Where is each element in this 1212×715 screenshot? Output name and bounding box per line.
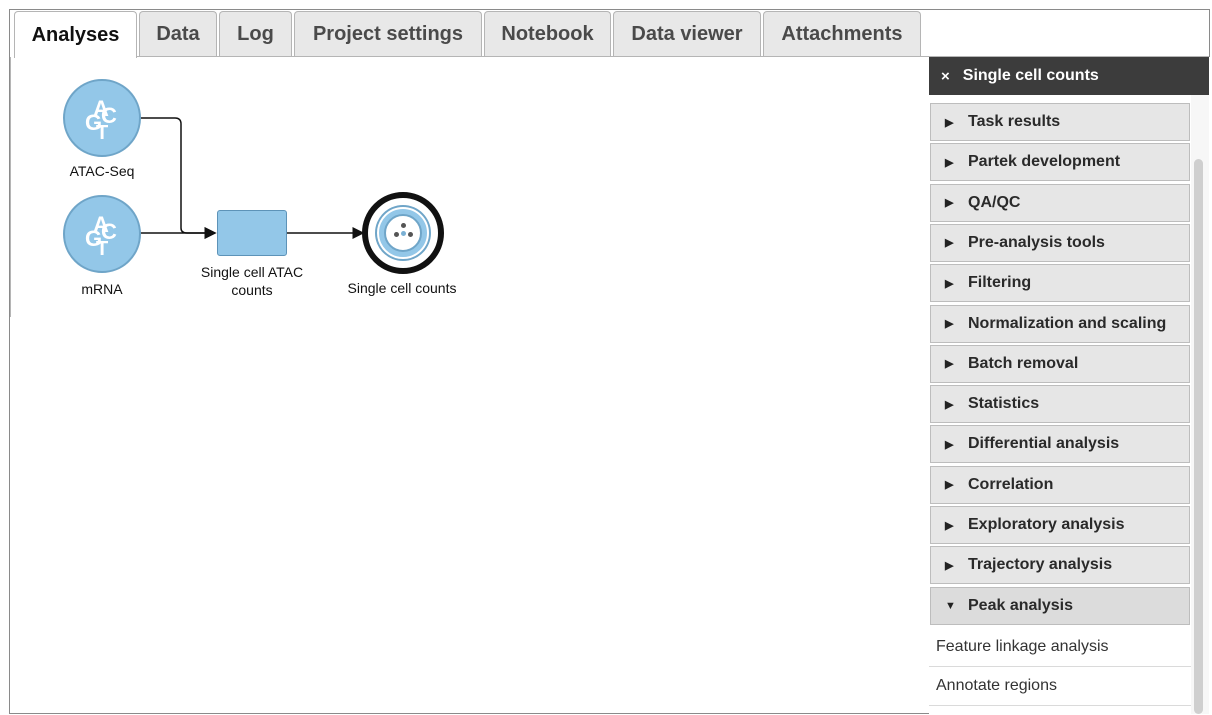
caret-right-icon: ▶ xyxy=(945,438,954,451)
section-label: Peak analysis xyxy=(968,596,1073,614)
dna-data-icon: A G C T xyxy=(85,212,117,257)
task-label-line2: counts xyxy=(231,282,273,298)
atac-seq-node[interactable]: A G C T xyxy=(63,79,141,157)
caret-right-icon: ▶ xyxy=(945,519,954,532)
section-task-results[interactable]: ▶ Task results xyxy=(930,103,1190,141)
section-normalization-and-scaling[interactable]: ▶ Normalization and scaling xyxy=(930,304,1190,343)
task-menu-panel: × Single cell counts ▶ Task results ▶ Parte… xyxy=(929,57,1210,714)
single-cell-atac-counts-task[interactable] xyxy=(217,210,287,256)
menu-item-feature-linkage-analysis[interactable]: Feature linkage analysis xyxy=(929,628,1191,667)
dna-data-icon: A G C T xyxy=(85,96,117,141)
svg-text:T: T xyxy=(96,122,108,141)
section-label: Trajectory analysis xyxy=(968,556,1113,574)
section-label: Exploratory analysis xyxy=(968,516,1125,533)
single-cell-counts-node[interactable] xyxy=(362,192,444,274)
tab-analyses[interactable]: Analyses xyxy=(14,11,137,58)
caret-down-icon: ▼ xyxy=(945,599,956,612)
section-peak-analysis[interactable]: ▼ Peak analysis xyxy=(930,586,1190,625)
section-label: Pre-analysis tools xyxy=(968,233,1105,251)
section-differential-analysis[interactable]: ▶ Differential analysis xyxy=(930,425,1190,464)
section-partek-development[interactable]: ▶ Partek development xyxy=(930,143,1190,182)
scrollbar[interactable] xyxy=(1194,159,1203,714)
panel-title: Single cell counts xyxy=(962,67,1099,84)
caret-right-icon: ▶ xyxy=(945,318,954,330)
section-correlation[interactable]: ▶ Correlation xyxy=(930,465,1190,504)
caret-right-icon: ▶ xyxy=(945,398,954,411)
section-label: Statistics xyxy=(968,395,1040,413)
svg-text:T: T xyxy=(96,238,108,257)
section-statistics[interactable]: ▶ Statistics xyxy=(930,385,1190,424)
section-label: Batch removal xyxy=(968,354,1079,372)
mrna-node[interactable]: A G C T xyxy=(63,195,141,273)
single-cell-counts-label: Single cell counts xyxy=(347,280,457,296)
caret-right-icon: ▶ xyxy=(945,479,954,492)
section-label: QA/QC xyxy=(968,193,1021,211)
section-label: Filtering xyxy=(968,274,1032,292)
task-label: Single cell ATAC counts xyxy=(184,263,320,299)
section-trajectory-analysis[interactable]: ▶ Trajectory analysis xyxy=(930,546,1190,585)
section-exploratory-analysis[interactable]: ▶ Exploratory analysis xyxy=(930,506,1190,544)
caret-right-icon: ▶ xyxy=(945,116,954,129)
section-batch-removal[interactable]: ▶ Batch removal xyxy=(930,344,1190,383)
caret-right-icon: ▶ xyxy=(945,237,954,250)
section-filtering[interactable]: ▶ Filtering xyxy=(930,264,1190,303)
single-cell-icon xyxy=(377,207,429,259)
caret-right-icon: ▶ xyxy=(945,277,954,290)
mrna-label: mRNA xyxy=(81,281,123,297)
section-label: Differential analysis xyxy=(968,435,1120,453)
caret-right-icon: ▶ xyxy=(945,358,954,371)
caret-right-icon: ▶ xyxy=(945,197,954,210)
caret-right-icon: ▶ xyxy=(945,156,954,169)
section-label: Partek development xyxy=(968,153,1121,171)
section-qa-qc[interactable]: ▶ QA/QC xyxy=(930,183,1190,222)
section-label: Task results xyxy=(968,113,1061,130)
atac-seq-label: ATAC-Seq xyxy=(69,163,135,179)
task-label-line1: Single cell ATAC xyxy=(200,264,304,280)
section-label: Normalization and scaling xyxy=(968,314,1167,332)
section-pre-analysis-tools[interactable]: ▶ Pre-analysis tools xyxy=(930,223,1190,262)
caret-right-icon: ▶ xyxy=(945,559,954,572)
menu-item-annotate-regions[interactable]: Annotate regions xyxy=(929,667,1191,706)
panel-header: × Single cell counts xyxy=(929,57,1209,95)
section-label: Correlation xyxy=(968,475,1054,493)
close-icon[interactable]: × xyxy=(941,68,950,85)
